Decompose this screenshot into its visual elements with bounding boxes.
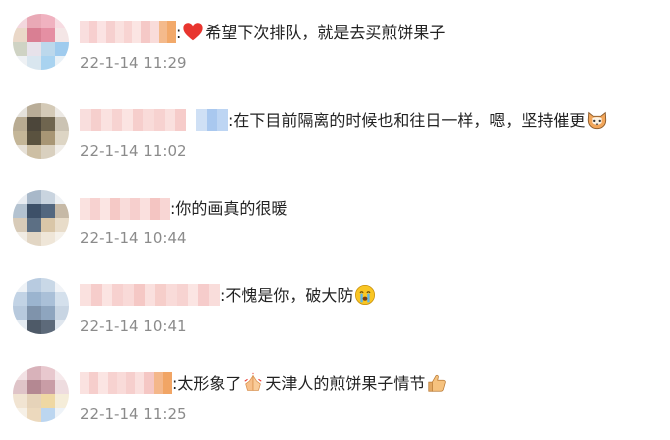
username-blurred[interactable] — [80, 21, 176, 43]
comment-text-prefix: :太形象了 — [172, 374, 242, 393]
comment-item: :你的画真的很暖 22-1-14 10:44 — [0, 176, 670, 256]
username-blurred[interactable] — [80, 109, 228, 131]
comment-timestamp: 22-1-14 10:41 — [80, 317, 187, 335]
avatar[interactable] — [13, 103, 69, 159]
thumbs-up-icon — [428, 374, 447, 392]
comment-timestamp: 22-1-14 10:44 — [80, 229, 187, 247]
comment-text-prefix: :不愧是你，破大防 — [220, 286, 354, 305]
comment-item: : 希望下次排队，就是去买煎饼果子 22-1-14 11:29 — [0, 0, 670, 80]
comment-item: :不愧是你，破大防 22-1-14 10:41 — [0, 264, 670, 344]
comment-timestamp: 22-1-14 11:02 — [80, 142, 187, 160]
comment-text: :你的画真的很暖 — [170, 198, 287, 220]
avatar[interactable] — [13, 14, 69, 70]
avatar[interactable] — [13, 366, 69, 422]
comment-item: :太形象了 天津人的煎饼果子情节 22-1-14 11:25 — [0, 352, 670, 432]
username-blurred[interactable] — [80, 198, 170, 220]
avatar[interactable] — [13, 190, 69, 246]
comment-text: :太形象了 天津人的煎饼果子情节 — [172, 372, 449, 395]
comment-timestamp: 22-1-14 11:29 — [80, 54, 187, 72]
comment-text: :在下目前隔离的时候也和往日一样，嗯，坚持催更 — [228, 109, 609, 132]
folded-hands-icon — [244, 372, 262, 391]
comment-text-prefix: :在下目前隔离的时候也和往日一样，嗯，坚持催更 — [228, 111, 586, 130]
crying-face-icon — [355, 285, 376, 305]
comment-text-prefix: :你的画真的很暖 — [170, 199, 288, 218]
avatar[interactable] — [13, 278, 69, 334]
username-blurred[interactable] — [80, 284, 220, 306]
comment-text: : 希望下次排队，就是去买煎饼果子 — [176, 21, 445, 44]
comment-text: :不愧是你，破大防 — [220, 284, 377, 307]
username-blurred[interactable] — [80, 372, 172, 394]
comment-text-suffix: 天津人的煎饼果子情节 — [265, 374, 426, 393]
comment-timestamp: 22-1-14 11:25 — [80, 405, 187, 423]
comment-item: :在下目前隔离的时候也和往日一样，嗯，坚持催更 22-1-14 11:02 — [0, 88, 670, 168]
cat-face-icon — [588, 111, 607, 130]
heart-icon — [183, 23, 204, 41]
comment-text-prefix: : — [176, 23, 182, 42]
comment-text-suffix: 希望下次排队，就是去买煎饼果子 — [205, 23, 446, 42]
